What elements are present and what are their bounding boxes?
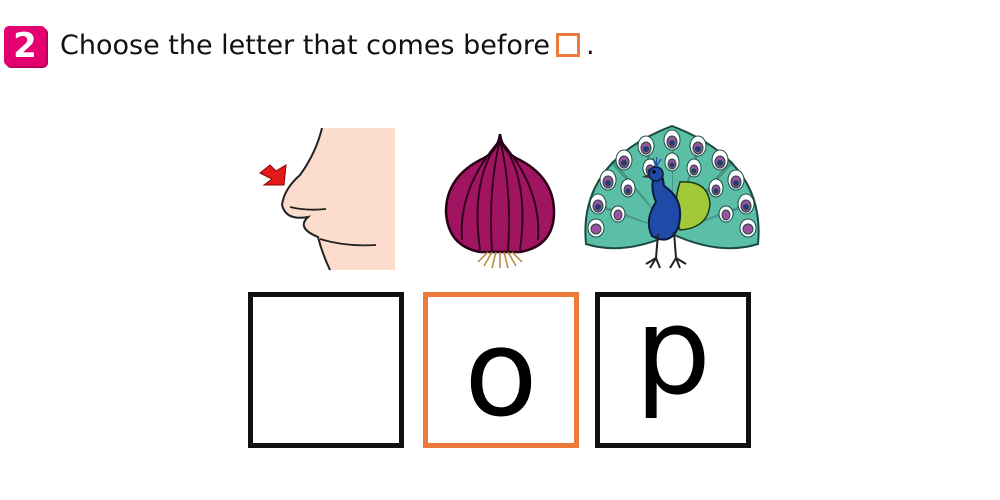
answer-box-empty[interactable] [248, 292, 404, 448]
question-end-punctuation: . [585, 30, 595, 61]
answer-box-symbol [555, 33, 580, 57]
onion-icon [444, 133, 556, 269]
question-prompt: Choose the letter that comes before. [60, 22, 595, 70]
nose-icon [259, 127, 395, 271]
letter-o: o [464, 305, 538, 444]
target-letter-box: o [423, 292, 579, 448]
question-text: Choose the letter that comes before [60, 30, 550, 61]
letter-box-p: p [595, 283, 751, 448]
question-number-badge: 2 [4, 26, 46, 66]
letter-p: p [634, 283, 712, 422]
question-header: 2 Choose the letter that comes before. [0, 22, 1000, 70]
peacock-icon [584, 124, 760, 269]
